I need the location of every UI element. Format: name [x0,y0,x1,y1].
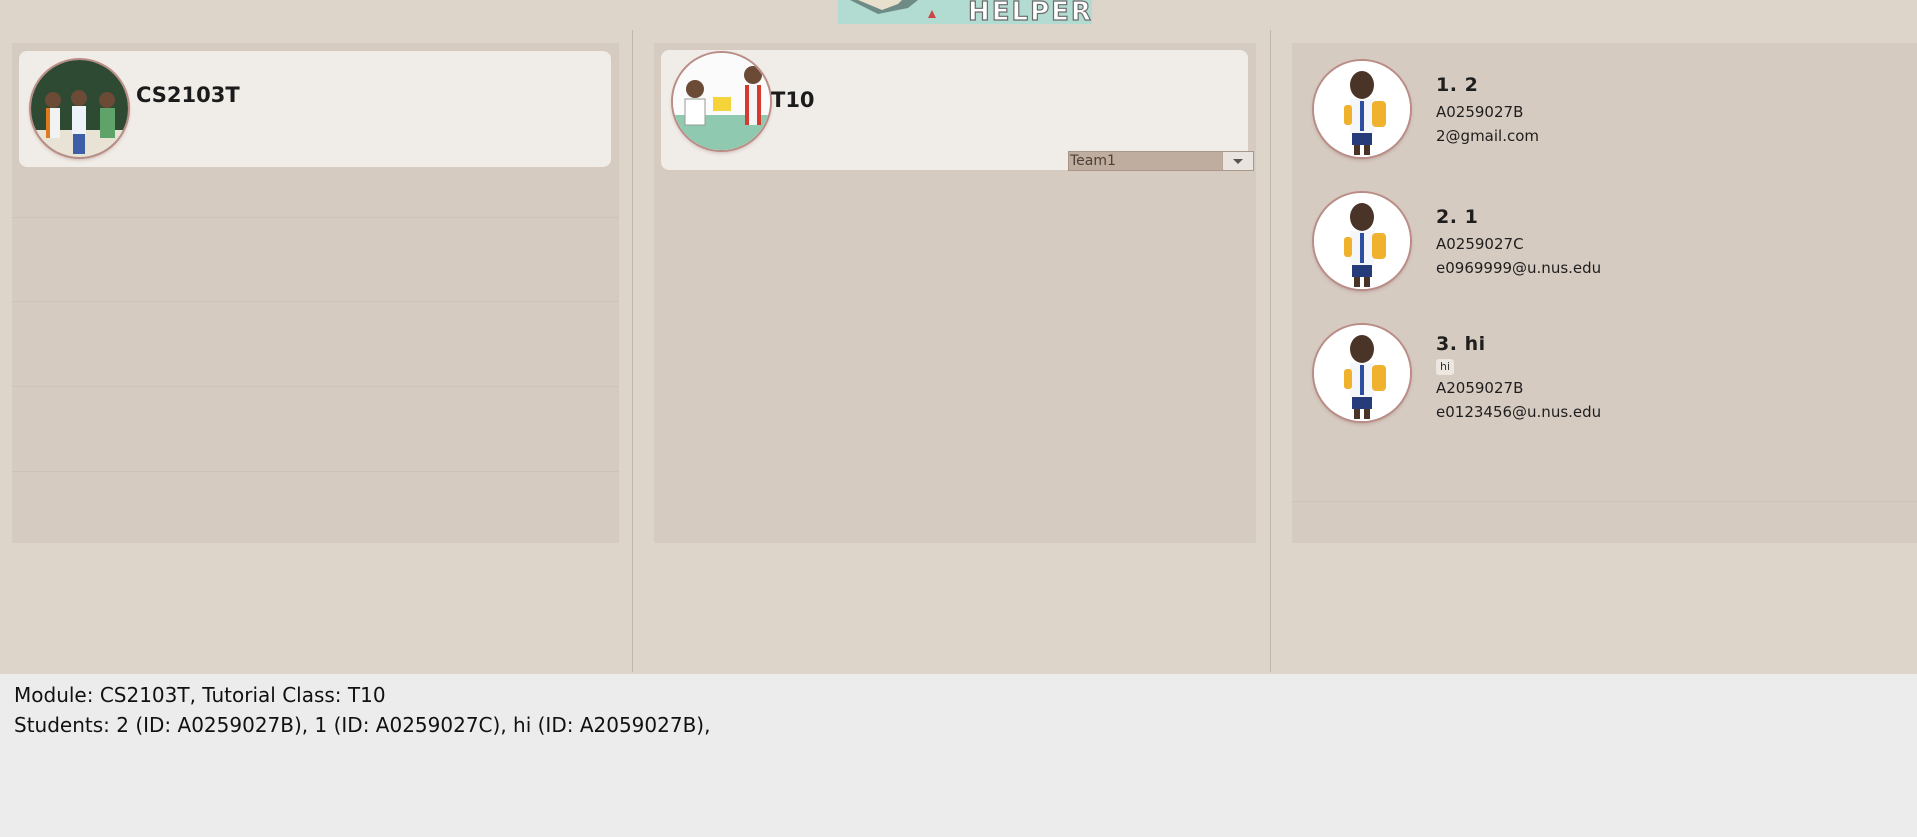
student-avatar-icon [1314,193,1410,289]
panel-divider-left[interactable] [632,30,633,672]
module-card[interactable]: CS2103T [19,51,611,167]
student-name: 2. 1 [1436,206,1479,228]
team-dropdown-value: Team1 [1070,153,1116,169]
student-id: A0259027B [1436,103,1524,121]
result-line-students: Students: 2 (ID: A0259027B), 1 (ID: A025… [14,713,711,737]
class-avatar-icon [673,53,770,150]
student-email: 2@gmail.com [1436,127,1540,145]
list-row-divider [12,217,619,218]
student-id: A0259027C [1436,235,1524,253]
list-row-divider [12,301,619,302]
student-email: e0123456@u.nus.edu [1436,403,1602,421]
module-list-panel[interactable]: CS2103T [12,43,619,543]
list-row-divider [12,471,619,472]
student-name: 3. hi [1436,333,1486,355]
list-row-divider [12,386,619,387]
class-card[interactable]: T10 Team1 [661,50,1254,171]
student-list-panel[interactable]: 1. 2 A0259027B 2@gmail.com 2. 1 A0259027… [1292,43,1917,543]
student-tag: hi [1436,359,1455,375]
student-card[interactable]: 2. 1 A0259027C e0969999@u.nus.edu [1292,175,1917,303]
student-name: 1. 2 [1436,74,1479,96]
student-card[interactable]: 3. hi hi A2059027B e0123456@u.nus.edu [1292,307,1917,435]
student-avatar-icon [1314,325,1410,421]
class-list-panel[interactable]: T10 Team1 [654,43,1256,543]
chevron-down-icon[interactable] [1222,152,1253,170]
list-row-divider [1292,501,1917,502]
class-name: T10 [771,88,815,112]
result-line-module: Module: CS2103T, Tutorial Class: T10 [14,683,386,707]
student-card[interactable]: 1. 2 A0259027B 2@gmail.com [1292,43,1917,171]
result-display[interactable]: Module: CS2103T, Tutorial Class: T10 Stu… [0,674,1917,837]
student-id: A2059027B [1436,379,1524,397]
app-logo: HELPER [838,0,1092,24]
panel-divider-right[interactable] [1270,30,1271,672]
module-code: CS2103T [136,83,240,107]
module-avatar-icon [31,60,128,157]
team-dropdown[interactable]: Team1 [1068,151,1254,171]
student-email: e0969999@u.nus.edu [1436,259,1602,277]
student-avatar-icon [1314,61,1410,157]
logo-text: HELPER [968,0,1092,24]
